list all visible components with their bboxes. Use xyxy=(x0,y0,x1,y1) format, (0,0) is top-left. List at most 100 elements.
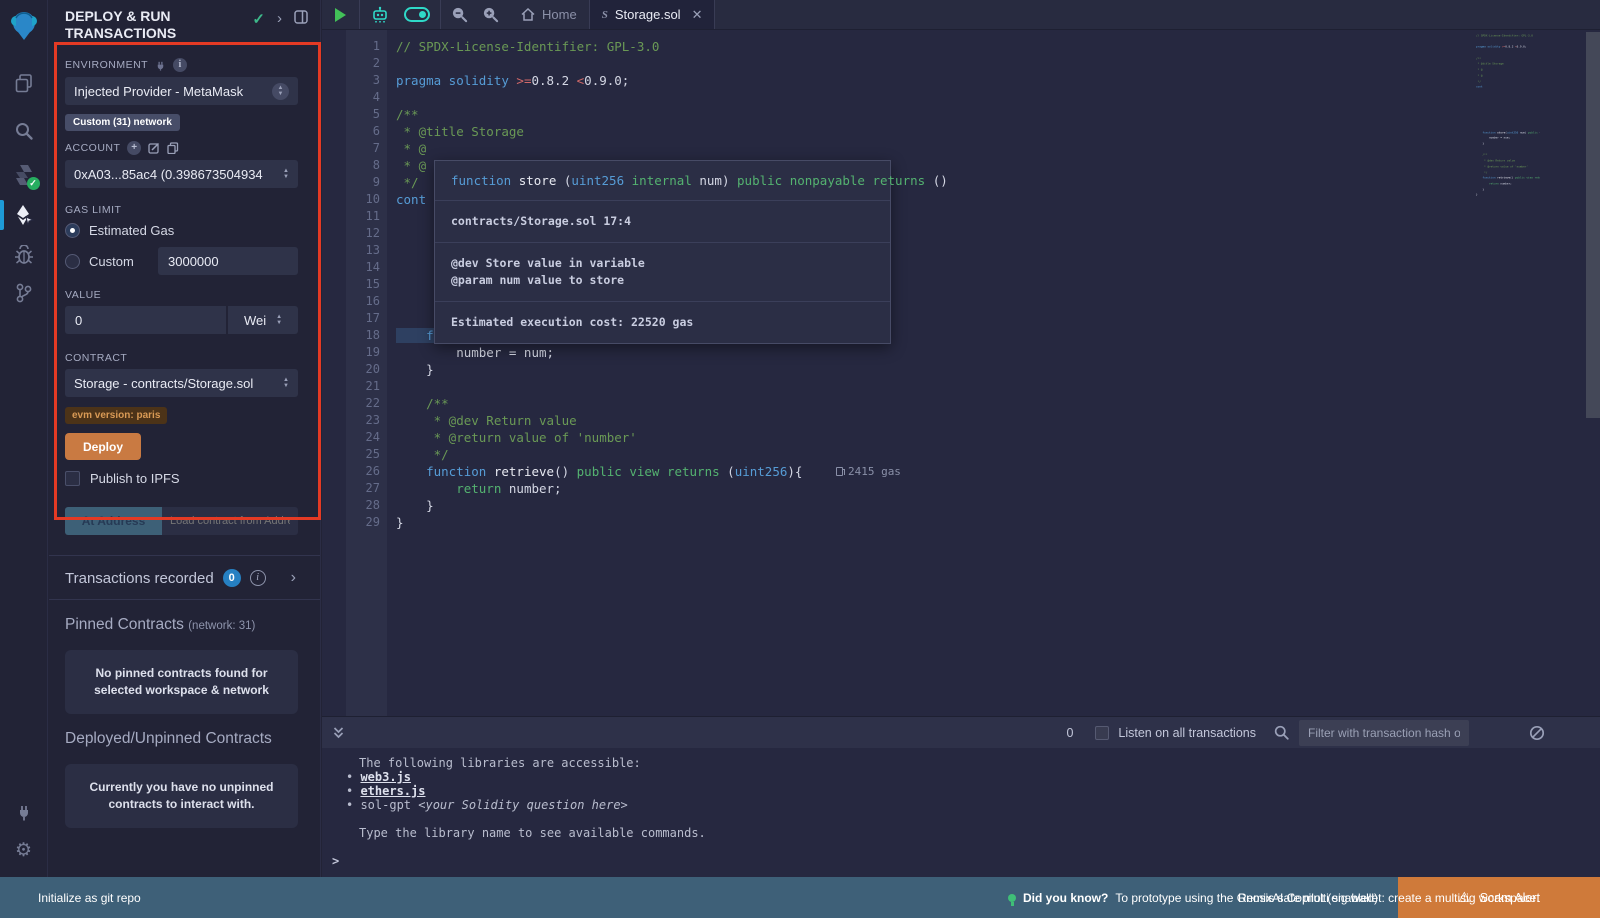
git-init-status[interactable]: Initialize as git repo xyxy=(0,891,141,905)
editor-scrollbar[interactable] xyxy=(1586,32,1600,418)
code-line[interactable]: */ xyxy=(396,446,1460,463)
clear-terminal-icon[interactable] xyxy=(1529,725,1545,741)
line-number[interactable]: 3 xyxy=(346,72,380,89)
code-line[interactable]: pragma solidity >=0.8.2 <0.9.0; xyxy=(396,72,1460,89)
terminal-output[interactable]: The following libraries are accessible:w… xyxy=(322,748,1600,868)
code-editor[interactable]: 1234567891011121314151617181920212223242… xyxy=(322,30,1600,716)
transactions-info-icon[interactable]: i xyxy=(250,570,266,586)
line-number[interactable]: 17 xyxy=(346,310,380,327)
contract-select[interactable]: Storage - contracts/Storage.sol ▲▼ xyxy=(65,369,298,397)
code-line[interactable]: /** xyxy=(396,395,1460,412)
code-line[interactable]: } xyxy=(396,497,1460,514)
environment-info-icon[interactable]: i xyxy=(173,58,187,72)
line-number[interactable]: 14 xyxy=(346,259,380,276)
line-number[interactable]: 20 xyxy=(346,361,380,378)
line-number[interactable]: 29 xyxy=(346,514,380,531)
zoom-out-icon[interactable] xyxy=(451,6,468,23)
line-number[interactable]: 19 xyxy=(346,344,380,361)
toggle-panel-icon[interactable] xyxy=(294,10,308,24)
line-number[interactable]: 15 xyxy=(346,276,380,293)
custom-gas-option[interactable]: Custom xyxy=(65,247,298,275)
run-script-icon[interactable] xyxy=(335,8,346,22)
code-line[interactable]: * @title Storage xyxy=(396,123,1460,140)
copy-address-icon[interactable] xyxy=(167,142,179,154)
zoom-in-icon[interactable] xyxy=(482,6,499,23)
transaction-filter-input[interactable] xyxy=(1299,720,1469,746)
sidebar-item-file-explorer[interactable] xyxy=(0,64,48,102)
line-number[interactable]: 26 xyxy=(346,463,380,480)
line-number[interactable]: 5 xyxy=(346,106,380,123)
custom-gas-radio[interactable] xyxy=(65,254,80,269)
value-unit-select[interactable]: Wei ▲▼ xyxy=(228,306,298,334)
line-number[interactable]: 21 xyxy=(346,378,380,395)
estimated-gas-radio[interactable] xyxy=(65,223,80,238)
custom-gas-input[interactable] xyxy=(158,247,298,275)
line-number[interactable]: 12 xyxy=(346,225,380,242)
code-line[interactable]: number = num; xyxy=(396,344,1460,361)
line-number[interactable]: 23 xyxy=(346,412,380,429)
sidebar-item-debugger[interactable] xyxy=(0,236,48,274)
transactions-expand-icon[interactable]: › xyxy=(291,569,304,587)
deploy-button[interactable]: Deploy xyxy=(65,433,141,460)
code-line[interactable] xyxy=(396,55,1460,72)
line-number[interactable]: 8 xyxy=(346,157,380,174)
publish-ipfs-option[interactable]: Publish to IPFS xyxy=(65,471,298,486)
line-number[interactable]: 18 xyxy=(346,327,380,344)
line-number[interactable]: 16 xyxy=(346,293,380,310)
environment-select[interactable]: Injected Provider - MetaMask ▲▼ xyxy=(65,77,298,105)
remix-ai-robot-icon[interactable] xyxy=(370,6,390,24)
line-number[interactable]: 1 xyxy=(346,38,380,55)
add-account-icon[interactable]: + xyxy=(127,141,141,155)
code-line[interactable]: * @ xyxy=(396,140,1460,157)
code-line[interactable]: } xyxy=(396,514,1460,531)
publish-ipfs-checkbox[interactable] xyxy=(65,471,80,486)
line-number[interactable]: 2 xyxy=(346,55,380,72)
estimated-gas-option[interactable]: Estimated Gas xyxy=(65,223,298,238)
code-line[interactable]: /** xyxy=(396,106,1460,123)
sidebar-item-settings[interactable]: ⚙ xyxy=(0,831,48,869)
line-number[interactable]: 11 xyxy=(346,208,380,225)
line-number[interactable]: 4 xyxy=(346,89,380,106)
line-number[interactable]: 9 xyxy=(346,174,380,191)
sidebar-item-solidity-compiler[interactable]: ✓ xyxy=(0,156,48,194)
pinned-network-text: (network: 31) xyxy=(188,620,255,632)
line-number[interactable]: 28 xyxy=(346,497,380,514)
code-line[interactable] xyxy=(396,378,1460,395)
remix-logo[interactable] xyxy=(0,6,48,46)
code-line[interactable]: * @dev Return value xyxy=(396,412,1460,429)
panel-chevron-right-icon[interactable]: › xyxy=(277,10,282,27)
collapse-terminal-icon[interactable] xyxy=(332,726,345,740)
tab-storage-sol[interactable]: S Storage.sol ✕ xyxy=(589,0,716,29)
value-input[interactable] xyxy=(65,306,226,334)
terminal-prompt[interactable]: > xyxy=(332,854,1600,868)
line-number[interactable]: 6 xyxy=(346,123,380,140)
at-address-button[interactable]: At Address xyxy=(65,507,162,535)
close-tab-icon[interactable]: ✕ xyxy=(692,7,703,23)
minimap[interactable]: // SPDX-License-Identifier: GPL-3.0pragm… xyxy=(1476,34,1540,234)
sidebar-item-plugin-manager[interactable] xyxy=(0,793,48,831)
code-line[interactable] xyxy=(396,89,1460,106)
line-number[interactable]: 27 xyxy=(346,480,380,497)
line-number[interactable]: 13 xyxy=(346,242,380,259)
line-number[interactable]: 7 xyxy=(346,140,380,157)
code-line[interactable]: // SPDX-License-Identifier: GPL-3.0 xyxy=(396,38,1460,55)
copilot-toggle[interactable] xyxy=(404,7,430,22)
tab-home[interactable]: Home xyxy=(509,0,589,29)
line-number[interactable]: 24 xyxy=(346,429,380,446)
line-number[interactable]: 10 xyxy=(346,191,380,208)
code-line[interactable]: return number; xyxy=(396,480,1460,497)
code-line[interactable]: } xyxy=(396,361,1460,378)
sign-message-icon[interactable] xyxy=(148,142,160,154)
sidebar-item-git[interactable] xyxy=(0,274,48,312)
library-link[interactable]: ethers.js xyxy=(360,784,425,798)
at-address-input[interactable] xyxy=(162,507,298,535)
account-select[interactable]: 0xA03...85ac4 (0.398673504934 ▲▼ xyxy=(65,160,298,188)
library-link[interactable]: web3.js xyxy=(360,770,411,784)
listen-all-transactions-checkbox[interactable] xyxy=(1095,726,1109,740)
sidebar-item-search[interactable] xyxy=(0,112,48,150)
line-number[interactable]: 25 xyxy=(346,446,380,463)
code-line[interactable]: * @return value of 'number' xyxy=(396,429,1460,446)
sidebar-item-deploy-run[interactable] xyxy=(0,196,48,234)
code-line[interactable]: function retrieve() public view returns … xyxy=(396,463,1460,480)
line-number[interactable]: 22 xyxy=(346,395,380,412)
